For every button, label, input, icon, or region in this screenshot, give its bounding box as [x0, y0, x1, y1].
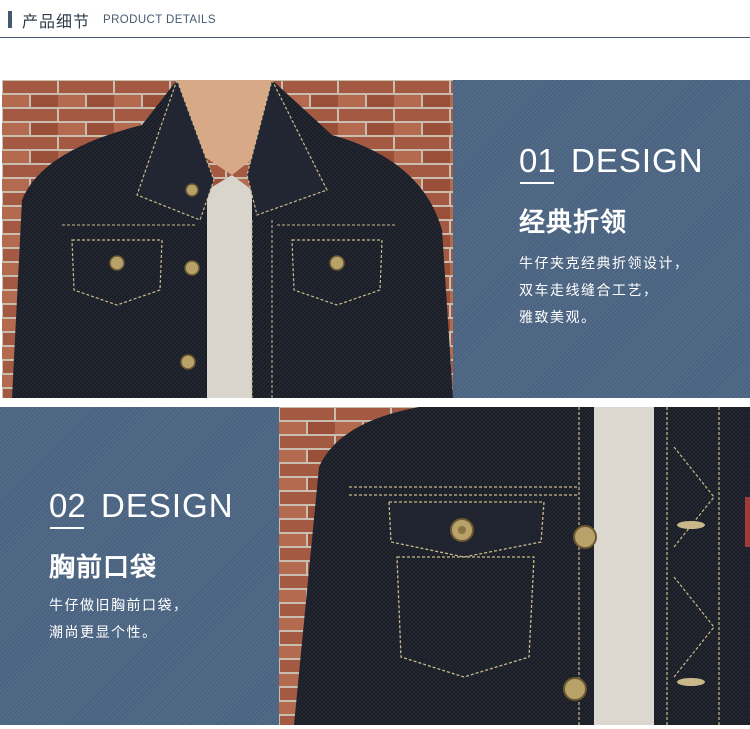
design-02-desc-line: 潮尚更显个性。 [49, 625, 158, 641]
design-02-panel: 02 DESIGN 胸前口袋 牛仔做旧胸前口袋， 潮尚更显个性。 [0, 407, 279, 725]
design-02-title: 胸前口袋 [49, 553, 158, 583]
header-accent-bar [8, 11, 12, 28]
design-02-number: 02 [49, 487, 86, 524]
header-divider [0, 37, 750, 38]
design-01-desc-line: 双车走线缝合工艺， [519, 283, 659, 299]
design-01-title: 经典折领 [519, 208, 628, 238]
pocket-detail-photo [279, 407, 750, 725]
design-01-word: DESIGN [571, 142, 704, 179]
design-01-panel: 01 DESIGN 经典折领 牛仔夹克经典折领设计， 双车走线缝合工艺， 雅致美… [453, 80, 750, 398]
header-title-en: PRODUCT DETAILS [103, 14, 216, 26]
design-02-word: DESIGN [101, 487, 234, 524]
design-01-desc-line: 雅致美观。 [519, 310, 597, 326]
design-02-desc-line: 牛仔做旧胸前口袋， [49, 598, 189, 614]
design-01-number: 01 [519, 142, 556, 179]
design-02-underline [50, 527, 84, 529]
collar-detail-photo [2, 80, 453, 398]
design-01-desc-line: 牛仔夹克经典折领设计， [519, 256, 690, 272]
design-01-underline [520, 182, 554, 184]
section-header: 产品细节 PRODUCT DETAILS [0, 0, 750, 40]
header-title-cn: 产品细节 [22, 12, 91, 31]
